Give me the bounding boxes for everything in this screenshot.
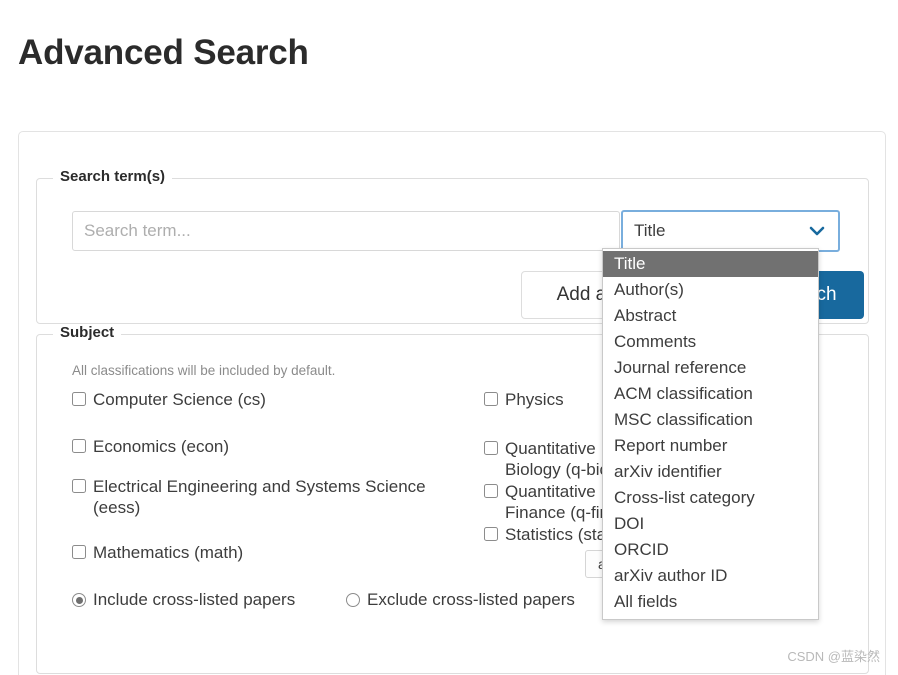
subject-checkbox-computer-science[interactable]: Computer Science (cs) (72, 389, 472, 410)
chevron-down-icon (807, 221, 827, 241)
dropdown-option-title[interactable]: Title (603, 251, 818, 277)
radio-include-cross-listed[interactable]: Include cross-listed papers (72, 590, 295, 610)
radio-exclude-label: Exclude cross-listed papers (367, 590, 575, 610)
search-terms-legend: Search term(s) (53, 168, 172, 185)
checkbox-icon[interactable] (484, 484, 498, 498)
dropdown-option-arxiv-author-id[interactable]: arXiv author ID (603, 563, 818, 589)
dropdown-option-comments[interactable]: Comments (603, 329, 818, 355)
subject-legend: Subject (53, 324, 121, 341)
checkbox-icon[interactable] (484, 441, 498, 455)
subject-checkbox-label: Electrical Engineering and Systems Scien… (93, 476, 438, 518)
subject-checkbox-label: Physics (505, 389, 564, 410)
radio-unselected-icon[interactable] (346, 593, 360, 607)
dropdown-option-orcid[interactable]: ORCID (603, 537, 818, 563)
subject-checkbox-label: Computer Science (cs) (93, 389, 266, 410)
page-title: Advanced Search (18, 29, 309, 77)
search-field-select[interactable]: Title (621, 210, 840, 252)
watermark: CSDN @蓝染然 (787, 646, 880, 665)
dropdown-option-journal-reference[interactable]: Journal reference (603, 355, 818, 381)
search-field-select-value: Title (634, 221, 807, 241)
radio-exclude-cross-listed[interactable]: Exclude cross-listed papers (346, 590, 575, 610)
dropdown-option-msc-classification[interactable]: MSC classification (603, 407, 818, 433)
checkbox-icon[interactable] (72, 392, 86, 406)
subject-checkbox-label: Mathematics (math) (93, 542, 243, 563)
dropdown-option-abstract[interactable]: Abstract (603, 303, 818, 329)
subject-checkbox-label: Economics (econ) (93, 436, 229, 457)
subject-checkbox-economics[interactable]: Economics (econ) (72, 436, 472, 457)
subject-checkbox-label: Statistics (stat) (505, 524, 616, 545)
checkbox-icon[interactable] (72, 439, 86, 453)
checkbox-icon[interactable] (484, 392, 498, 406)
dropdown-option-arxiv-identifier[interactable]: arXiv identifier (603, 459, 818, 485)
dropdown-option-authors[interactable]: Author(s) (603, 277, 818, 303)
checkbox-icon[interactable] (72, 479, 86, 493)
radio-include-label: Include cross-listed papers (93, 590, 295, 610)
subject-checkbox-eess[interactable]: Electrical Engineering and Systems Scien… (72, 476, 472, 518)
subject-checkbox-mathematics[interactable]: Mathematics (math) (72, 542, 472, 563)
dropdown-option-report-number[interactable]: Report number (603, 433, 818, 459)
radio-selected-icon[interactable] (72, 593, 86, 607)
dropdown-option-acm-classification[interactable]: ACM classification (603, 381, 818, 407)
checkbox-icon[interactable] (484, 527, 498, 541)
dropdown-option-all-fields[interactable]: All fields (603, 589, 818, 615)
subject-note: All classifications will be included by … (72, 363, 335, 378)
advanced-search-page: Advanced Search Search term(s) Title Add… (0, 0, 898, 675)
dropdown-option-cross-list-category[interactable]: Cross-list category (603, 485, 818, 511)
search-field-dropdown-list[interactable]: Title Author(s) Abstract Comments Journa… (602, 248, 819, 620)
search-term-input[interactable] (72, 211, 620, 251)
checkbox-icon[interactable] (72, 545, 86, 559)
dropdown-option-doi[interactable]: DOI (603, 511, 818, 537)
